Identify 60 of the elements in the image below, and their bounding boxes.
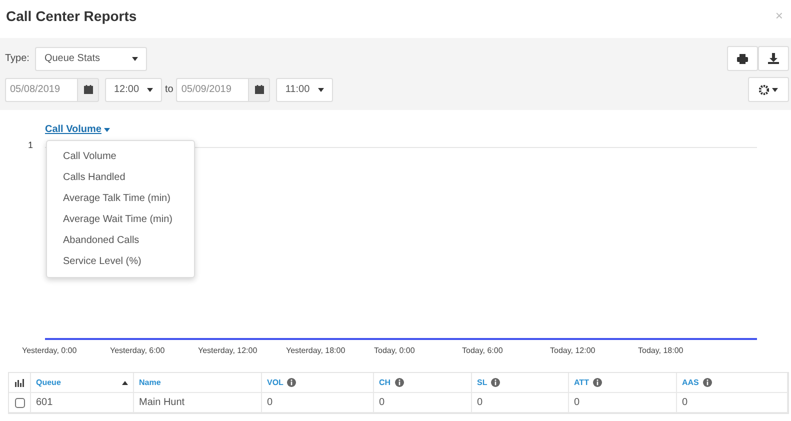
settings-button[interactable] (748, 77, 789, 102)
info-icon (394, 378, 404, 387)
menu-item[interactable]: Average Wait Time (min) (47, 209, 194, 230)
metric-dropdown[interactable]: Call Volume (45, 124, 110, 135)
column-header[interactable]: Queue (31, 373, 134, 393)
end-date-field[interactable]: 05/09/2019 (176, 78, 248, 102)
table-cell: 0 (569, 393, 677, 413)
x-axis-label: Today, 0:00 (374, 346, 416, 355)
column-header[interactable]: CH (374, 373, 472, 393)
caret-icon (122, 380, 128, 384)
info-icon (287, 378, 296, 387)
x-axis-label: Today, 6:00 (462, 346, 504, 355)
menu-item[interactable]: Calls Handled (47, 167, 194, 188)
settings-icon (759, 84, 769, 94)
x-axis-label: Yesterday, 18:00 (286, 346, 346, 355)
caret-icon (772, 88, 778, 92)
caret-icon (318, 88, 324, 92)
y-tick-label: 1 (28, 140, 34, 150)
table-cell: 601 (31, 393, 134, 413)
caret-icon (132, 56, 138, 60)
calendar-button[interactable] (248, 78, 270, 102)
menu-item[interactable]: Average Talk Time (min) (47, 188, 194, 209)
calendar-icon (84, 85, 92, 94)
table-cell: Main Hunt (134, 393, 262, 413)
info-icon (491, 378, 500, 387)
table-cell: 0 (472, 393, 569, 413)
column-header[interactable]: AAS (677, 373, 788, 393)
bar-chart-icon (15, 378, 24, 386)
row-checkbox[interactable] (14, 398, 24, 408)
caret-icon (147, 88, 153, 92)
info-icon (702, 378, 712, 387)
x-axis-label: Today, 12:00 (550, 346, 596, 355)
x-axis-label: Today, 18:00 (638, 346, 684, 355)
column-header[interactable]: VOL (262, 373, 374, 393)
start-time-select[interactable]: 12:00 (105, 78, 162, 102)
menu-item[interactable]: Service Level (%) (47, 251, 194, 272)
to-label: to (165, 84, 174, 95)
type-label: Type: (5, 53, 30, 64)
window-title: Call Center Reports (6, 8, 137, 24)
end-time-select[interactable]: 11:00 (276, 78, 334, 102)
type-select[interactable]: Queue Stats (35, 46, 148, 70)
download-button[interactable] (758, 46, 789, 71)
x-axis-label: Yesterday, 6:00 (110, 346, 166, 355)
table-cell: 0 (677, 393, 788, 413)
info-icon (592, 378, 602, 387)
print-button[interactable] (727, 46, 758, 71)
table-cell: 0 (262, 393, 374, 413)
caret-icon (104, 128, 110, 132)
x-axis-label: Yesterday, 0:00 (22, 346, 78, 355)
download-icon (768, 53, 779, 64)
start-date-field[interactable]: 05/08/2019 (5, 78, 77, 102)
column-header[interactable]: ATT (569, 373, 677, 393)
x-axis-label: Yesterday, 12:00 (198, 346, 258, 355)
calendar-icon (254, 85, 264, 94)
column-header[interactable]: SL (472, 373, 569, 393)
menu-item[interactable]: Abandoned Calls (47, 230, 194, 251)
column-header[interactable]: Name (134, 373, 262, 393)
table-cell: 0 (374, 393, 472, 413)
menu-item[interactable]: Call Volume (47, 146, 194, 167)
calendar-button[interactable] (77, 78, 99, 102)
